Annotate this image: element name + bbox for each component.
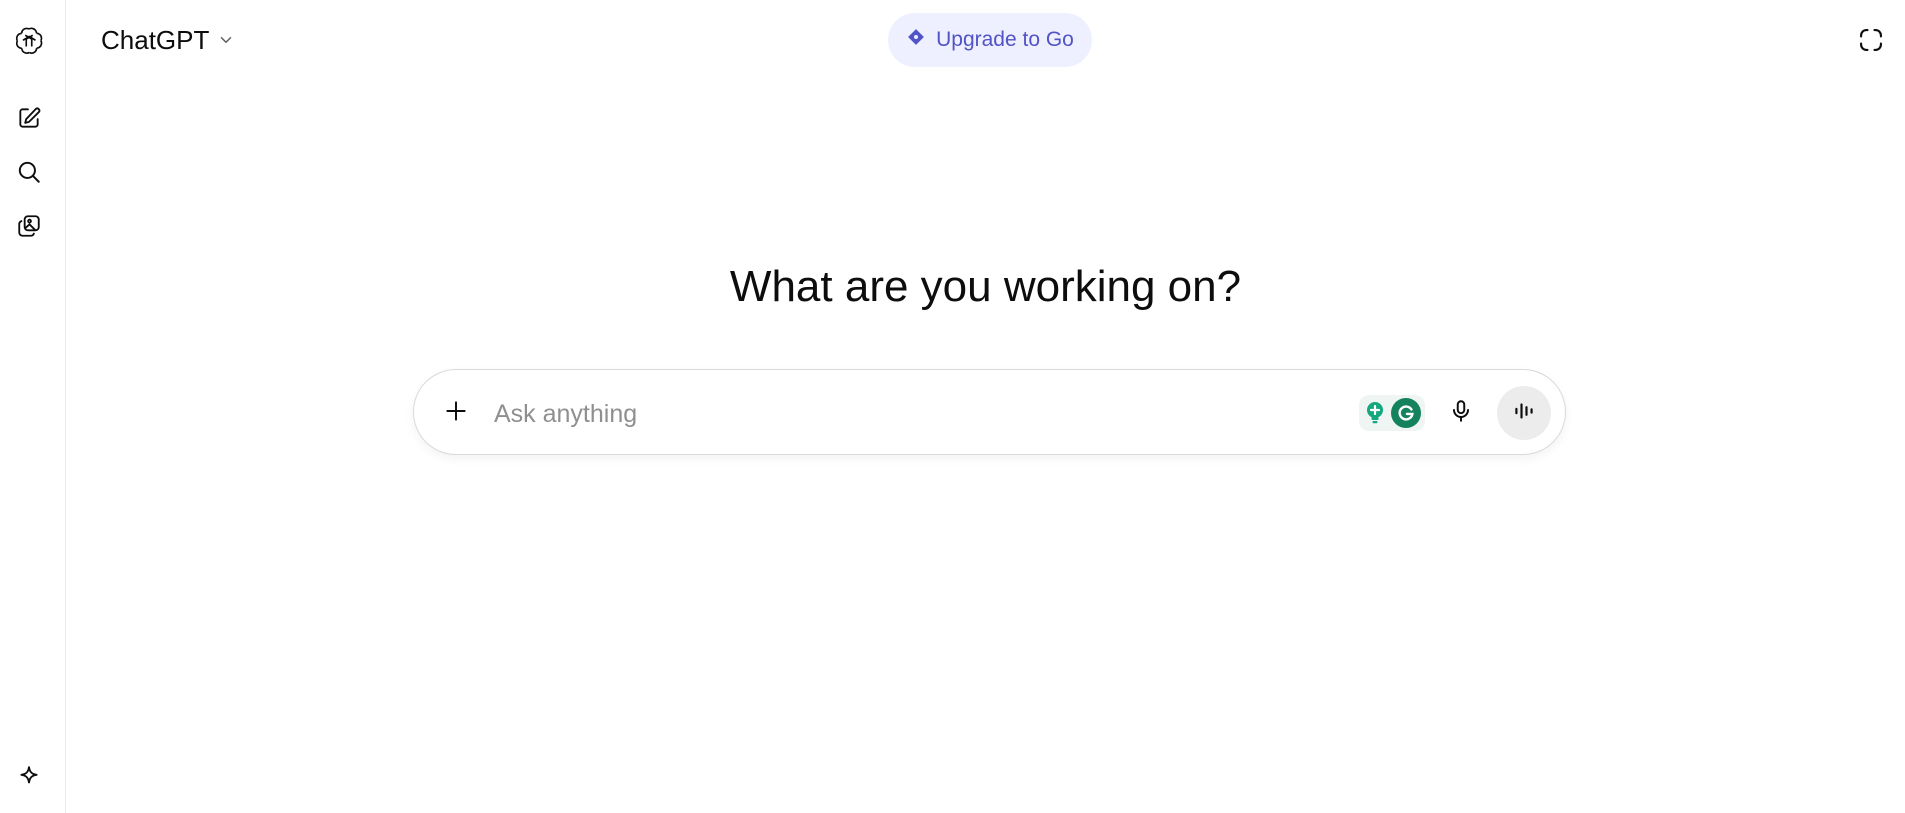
header: ChatGPT Upgrade to Go xyxy=(66,0,1905,80)
add-attachment-button[interactable] xyxy=(434,391,478,435)
page-title: What are you working on? xyxy=(729,262,1242,311)
lightbulb-icon[interactable] xyxy=(1363,399,1387,427)
search-icon[interactable] xyxy=(13,156,45,188)
prompt-input[interactable] xyxy=(492,391,1356,437)
composer xyxy=(413,369,1566,455)
openai-logo-icon[interactable] xyxy=(13,24,45,56)
microphone-icon xyxy=(1448,398,1474,429)
grammarly-icon[interactable] xyxy=(1391,398,1421,428)
sparkle-icon[interactable] xyxy=(13,761,45,793)
sidebar xyxy=(0,0,66,813)
new-chat-icon[interactable] xyxy=(13,102,45,134)
chevron-down-icon xyxy=(217,25,235,56)
model-name: ChatGPT xyxy=(101,24,210,55)
upgrade-label: Upgrade to Go xyxy=(936,28,1074,51)
plus-icon xyxy=(443,398,469,429)
dictate-button[interactable] xyxy=(1439,391,1483,435)
voice-mode-button[interactable] xyxy=(1497,386,1551,440)
upgrade-button[interactable]: Upgrade to Go xyxy=(888,13,1092,67)
library-icon[interactable] xyxy=(13,210,45,242)
extension-group xyxy=(1359,395,1425,431)
model-picker[interactable]: ChatGPT xyxy=(95,20,241,60)
waveform-icon xyxy=(1511,398,1537,429)
temporary-chat-icon[interactable] xyxy=(1853,22,1889,58)
diamond-icon xyxy=(906,27,926,53)
